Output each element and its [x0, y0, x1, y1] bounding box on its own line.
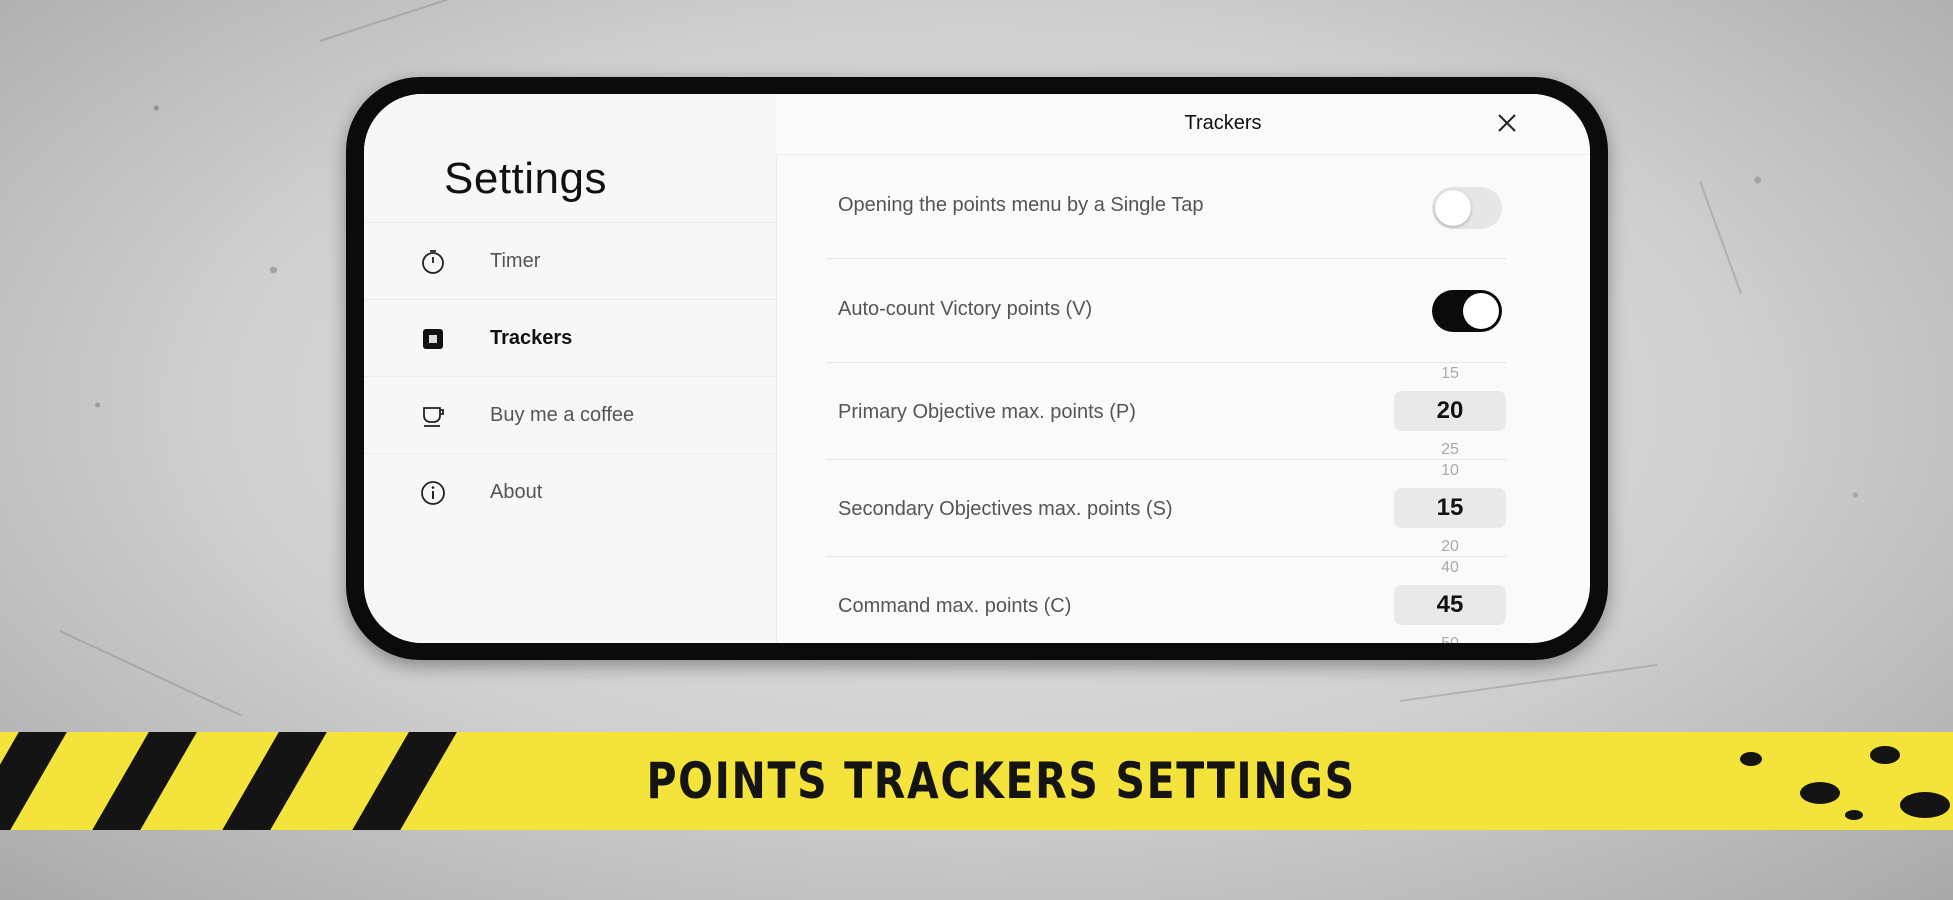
secondary-objectives-picker[interactable]: 10 15 20 [1394, 460, 1506, 556]
sidebar-title: Settings [444, 154, 607, 203]
caution-tape-banner: POINTS TRACKERS SETTINGS [0, 732, 1953, 830]
banner-title: POINTS TRACKERS SETTINGS [646, 752, 1356, 810]
trackers-panel: Trackers Opening the points menu by a Si… [776, 94, 1590, 643]
trackers-square-icon [423, 329, 443, 349]
setting-label: Auto-count Victory points (V) [838, 298, 1093, 320]
picker-selected-value: 15 [1394, 488, 1506, 528]
picker-prev-value: 15 [1441, 365, 1459, 382]
settings-sidebar: Settings Timer Trackers Buy me a coffee … [364, 94, 777, 643]
picker-next-value: 50 [1394, 635, 1506, 643]
setting-row-command: Command max. points (C) 40 45 50 [826, 557, 1506, 643]
sidebar-item-buy-me-a-coffee[interactable]: Buy me a coffee [364, 376, 776, 453]
tape-grunge [1845, 810, 1863, 820]
sidebar-item-label: Trackers [490, 326, 573, 349]
tape-grunge [1800, 782, 1840, 804]
panel-title: Trackers [1184, 112, 1262, 134]
sidebar-item-timer[interactable]: Timer [364, 222, 776, 299]
tape-stripe [0, 732, 73, 830]
primary-objective-picker[interactable]: 15 20 25 [1394, 363, 1506, 459]
setting-row-secondary-objectives: Secondary Objectives max. points (S) 10 … [826, 460, 1506, 557]
setting-row-primary-objective: Primary Objective max. points (P) 15 20 … [826, 363, 1506, 460]
sidebar-item-trackers[interactable]: Trackers [364, 299, 776, 376]
close-icon[interactable] [1492, 108, 1522, 138]
picker-next-value: 20 [1441, 538, 1459, 555]
auto-count-toggle[interactable] [1432, 290, 1502, 332]
sidebar-item-about[interactable]: About [364, 453, 776, 530]
coffee-cup-icon [423, 407, 444, 427]
picker-next-value: 25 [1441, 441, 1459, 458]
sidebar-item-label: Buy me a coffee [490, 403, 635, 426]
sidebar-item-label: Timer [490, 249, 541, 272]
command-picker[interactable]: 40 45 50 [1394, 557, 1506, 643]
phone-frame: Settings Timer Trackers Buy me a coffee … [346, 77, 1608, 660]
sidebar-item-label: About [490, 480, 543, 503]
setting-label: Secondary Objectives max. points (S) [838, 498, 1173, 520]
setting-row-auto-count: Auto-count Victory points (V) [826, 259, 1506, 363]
picker-prev-value: 10 [1441, 462, 1459, 479]
setting-label: Command max. points (C) [838, 595, 1072, 617]
app-screen: Settings Timer Trackers Buy me a coffee … [364, 94, 1590, 643]
setting-label: Primary Objective max. points (P) [838, 401, 1136, 423]
toggle-knob [1435, 190, 1471, 226]
panel-header: Trackers [776, 94, 1590, 155]
info-icon [421, 481, 445, 505]
tape-grunge [1870, 746, 1900, 764]
picker-selected-value: 45 [1394, 585, 1506, 625]
tape-grunge [1900, 792, 1950, 818]
toggle-knob [1463, 293, 1499, 329]
setting-label: Opening the points menu by a Single Tap [838, 194, 1204, 216]
stopwatch-icon [422, 250, 444, 274]
picker-selected-value: 20 [1394, 391, 1506, 431]
picker-prev-value: 40 [1441, 559, 1459, 576]
setting-row-single-tap: Opening the points menu by a Single Tap [826, 154, 1506, 259]
single-tap-toggle[interactable] [1432, 187, 1502, 229]
